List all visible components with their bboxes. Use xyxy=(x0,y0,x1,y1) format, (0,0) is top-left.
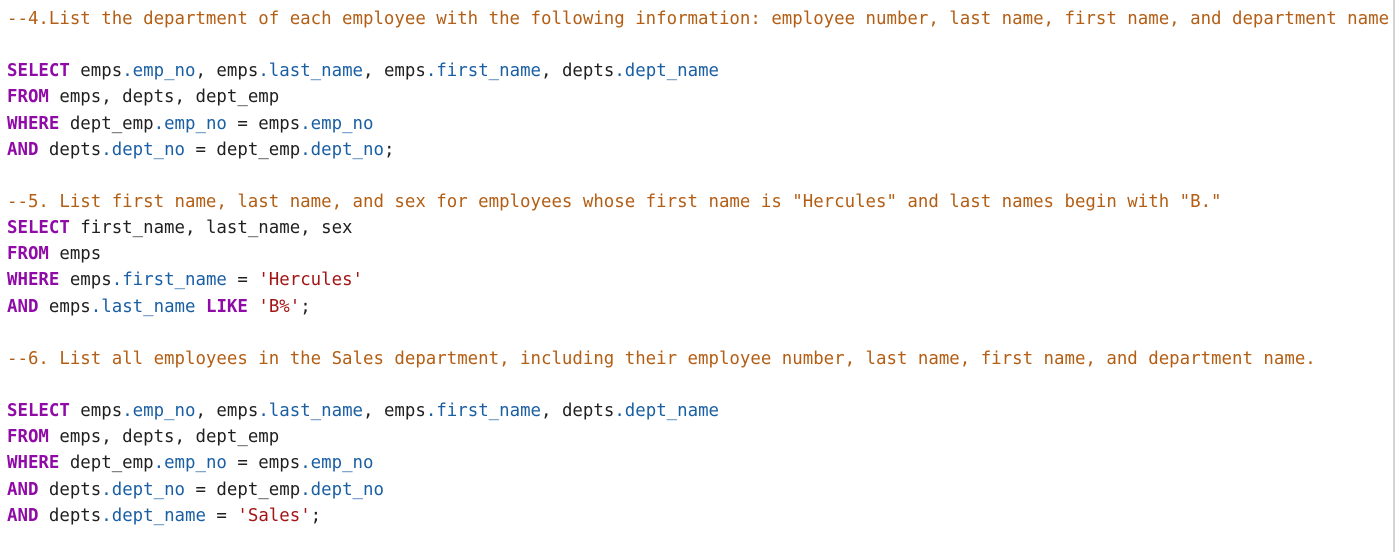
sql-text: , emps xyxy=(363,401,426,422)
sql-text: , emps xyxy=(195,61,259,82)
sql-keyword: AND xyxy=(7,296,39,317)
code-line[interactable]: WHERE emps.first_name = 'Hercules' xyxy=(7,267,1389,293)
sql-keyword: SELECT xyxy=(7,401,70,422)
code-line[interactable]: --5. List first name, last name, and sex… xyxy=(7,189,1389,215)
sql-text: dept_emp xyxy=(59,113,154,134)
sql-text: emps, depts, dept_emp xyxy=(48,87,280,108)
code-line[interactable]: --6. List all employees in the Sales dep… xyxy=(7,346,1389,372)
sql-text: emps xyxy=(59,270,112,291)
sql-comment: --5. List first name, last name, and sex… xyxy=(7,191,1222,212)
sql-text: depts xyxy=(38,139,102,160)
code-line[interactable]: FROM emps, depts, dept_emp xyxy=(7,424,1389,450)
sql-keyword: FROM xyxy=(7,244,49,265)
sql-keyword: SELECT xyxy=(7,61,70,82)
sql-column: .emp_no xyxy=(153,453,227,474)
sql-column: .dept_name xyxy=(101,505,206,526)
sql-column: .emp_no xyxy=(300,453,374,474)
sql-column: .emp_no xyxy=(122,61,196,82)
sql-column: .dept_no xyxy=(300,139,384,160)
sql-keyword: LIKE xyxy=(205,296,248,317)
sql-text: = emps xyxy=(226,453,301,474)
code-line[interactable]: AND depts.dept_no = dept_emp.dept_no; xyxy=(7,137,1389,163)
sql-text: depts xyxy=(38,479,102,500)
sql-text: ; xyxy=(310,505,322,526)
sql-keyword: WHERE xyxy=(7,453,60,474)
sql-text: = xyxy=(205,505,238,526)
code-line[interactable]: AND depts.dept_no = dept_emp.dept_no xyxy=(7,477,1389,503)
sql-comment: --4.List the department of each employee… xyxy=(7,9,1390,29)
sql-keyword: WHERE xyxy=(7,113,60,134)
sql-text: dept_emp xyxy=(59,453,154,474)
code-line[interactable]: AND emps.last_name LIKE 'B%'; xyxy=(7,294,1389,320)
sql-keyword: FROM xyxy=(7,87,49,108)
code-line[interactable]: FROM emps xyxy=(7,241,1389,267)
sql-string-literal: 'Hercules' xyxy=(258,270,364,291)
sql-string-literal: 'Sales' xyxy=(237,505,311,526)
code-line[interactable]: WHERE dept_emp.emp_no = emps.emp_no xyxy=(7,450,1389,476)
sql-keyword: AND xyxy=(7,505,39,526)
sql-column: .dept_no xyxy=(101,139,186,160)
sql-column: .dept_no xyxy=(300,479,384,500)
sql-keyword: AND xyxy=(7,139,39,160)
sql-text: emps xyxy=(69,61,123,82)
sql-code-editor[interactable]: --4.List the department of each employee… xyxy=(0,0,1395,552)
sql-text: emps, depts, dept_emp xyxy=(48,427,280,448)
code-line[interactable]: FROM emps, depts, dept_emp xyxy=(7,84,1389,110)
sql-text: = xyxy=(226,270,259,291)
sql-column: .first_name xyxy=(425,401,542,422)
code-line[interactable]: ​ xyxy=(7,163,1389,189)
sql-text: = dept_emp xyxy=(185,139,301,160)
sql-text: , emps xyxy=(363,61,426,82)
sql-keyword: WHERE xyxy=(7,270,60,291)
sql-text: ; xyxy=(383,139,395,160)
sql-text: , emps xyxy=(195,401,259,422)
sql-keyword: FROM xyxy=(7,427,49,448)
sql-text: emps xyxy=(48,244,102,265)
sql-column: .dept_name xyxy=(614,61,720,82)
sql-column: .emp_no xyxy=(300,113,374,134)
sql-column: .emp_no xyxy=(153,113,227,134)
sql-text: , depts xyxy=(541,401,615,422)
code-line[interactable]: ​ xyxy=(7,320,1389,346)
code-line[interactable]: SELECT emps.emp_no, emps.last_name, emps… xyxy=(7,398,1389,424)
sql-text: depts xyxy=(38,505,102,526)
sql-keyword: AND xyxy=(7,479,39,500)
code-line[interactable]: WHERE dept_emp.emp_no = emps.emp_no xyxy=(7,111,1389,137)
code-line[interactable]: ​ xyxy=(7,32,1389,58)
sql-column: .first_name xyxy=(111,270,227,291)
sql-column: .last_name xyxy=(258,61,364,82)
code-line[interactable]: --4.List the department of each employee… xyxy=(7,6,1389,32)
code-line[interactable]: AND depts.dept_name = 'Sales'; xyxy=(7,503,1389,529)
sql-column: .last_name xyxy=(90,296,196,317)
sql-string-literal: 'B%' xyxy=(258,296,301,317)
sql-column: .last_name xyxy=(258,401,364,422)
sql-comment: --6. List all employees in the Sales dep… xyxy=(7,348,1316,369)
sql-text: emps xyxy=(38,296,91,317)
sql-column: .first_name xyxy=(425,61,542,82)
sql-text: first_name, last_name, sex xyxy=(69,218,353,239)
code-line[interactable]: SELECT first_name, last_name, sex xyxy=(7,215,1389,241)
sql-text: emps xyxy=(69,401,123,422)
sql-text: = dept_emp xyxy=(185,479,301,500)
sql-column: .emp_no xyxy=(122,401,196,422)
sql-text: ; xyxy=(300,296,311,317)
sql-column: .dept_name xyxy=(614,401,720,422)
code-content[interactable]: --4.List the department of each employee… xyxy=(7,6,1389,529)
sql-column: .dept_no xyxy=(101,479,186,500)
code-line[interactable]: SELECT emps.emp_no, emps.last_name, emps… xyxy=(7,58,1389,84)
code-line[interactable]: ​ xyxy=(7,372,1389,398)
sql-text: = emps xyxy=(226,113,301,134)
sql-keyword: SELECT xyxy=(7,218,70,239)
sql-text: , depts xyxy=(541,61,615,82)
